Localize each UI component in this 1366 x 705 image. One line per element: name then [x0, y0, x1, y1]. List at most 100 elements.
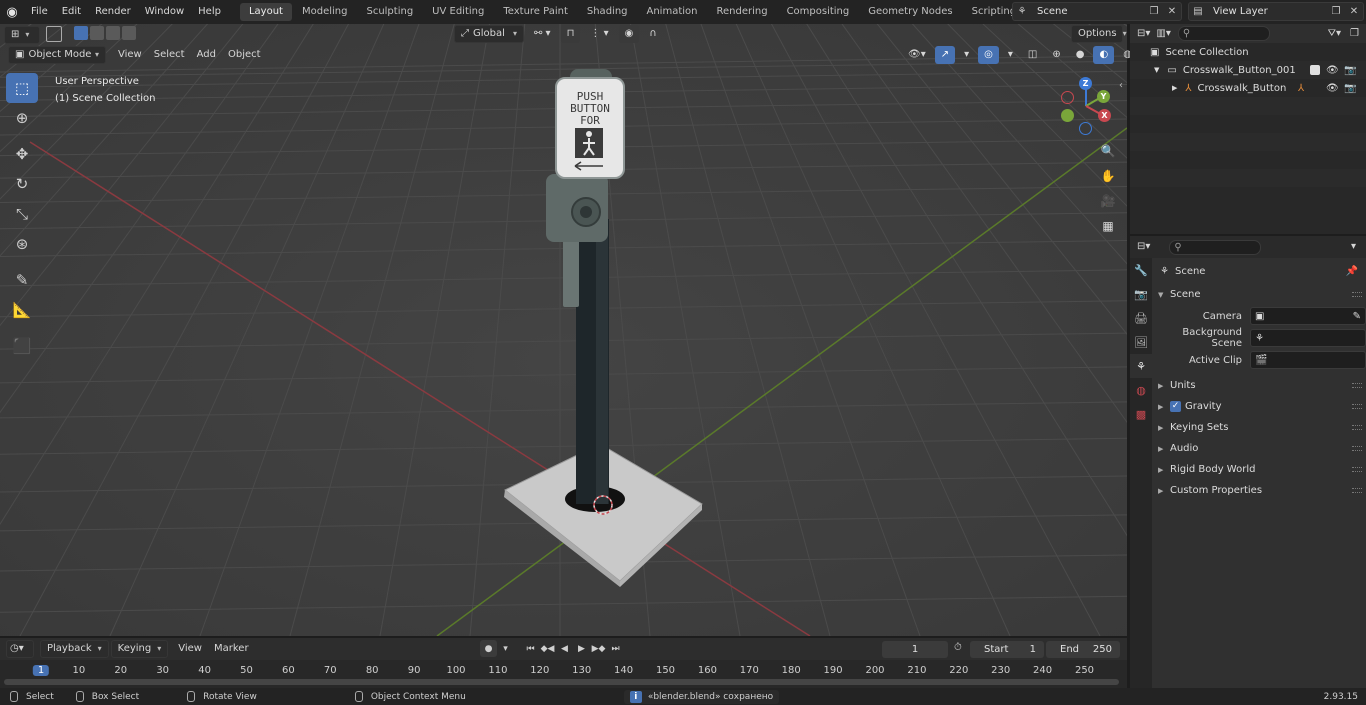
scale-tool[interactable]: ⤡: [6, 199, 38, 229]
drag-grip-icon[interactable]: [1352, 425, 1362, 430]
sidebar-toggle-icon[interactable]: ‹: [1119, 80, 1123, 91]
selection-mode-buttons[interactable]: [40, 26, 142, 44]
camera-view-icon[interactable]: 🎥: [1097, 190, 1119, 212]
visibility-eye-icon[interactable]: 👁: [1326, 83, 1339, 94]
add-menu[interactable]: Add: [191, 46, 222, 64]
delete-scene-icon[interactable]: ✕: [1163, 3, 1181, 20]
start-frame-field[interactable]: Start 1: [970, 641, 1044, 658]
playback-dropdown[interactable]: Playback ▾: [40, 640, 109, 658]
workspace-tab-uv-editing[interactable]: UV Editing: [423, 3, 493, 21]
solid-shading-icon[interactable]: ●: [1070, 46, 1091, 64]
workspace-tab-compositing[interactable]: Compositing: [778, 3, 859, 21]
texture-tab-icon[interactable]: ▩: [1130, 402, 1152, 426]
new-collection-icon[interactable]: ❐: [1347, 25, 1362, 43]
timeline-view-menu[interactable]: View: [172, 640, 208, 658]
units-panel-header[interactable]: ▶ Units: [1152, 375, 1366, 396]
select-mode-icon[interactable]: [46, 26, 62, 42]
xray-toggle-icon[interactable]: ◫: [1022, 46, 1043, 64]
outliner-search-input[interactable]: ⚲: [1177, 26, 1270, 41]
select-extend-icon[interactable]: [90, 26, 104, 40]
pin-icon[interactable]: 📌: [1346, 266, 1358, 277]
expand-arrow-icon[interactable]: ▼: [1154, 66, 1159, 74]
timeline-editor-type-icon[interactable]: ◷▾: [6, 640, 34, 658]
scene-panel-header[interactable]: ▼ Scene: [1152, 284, 1366, 305]
properties-options-icon[interactable]: ▾: [1345, 238, 1362, 256]
play-icon[interactable]: ▶: [573, 640, 590, 657]
overlay-dropdown-icon[interactable]: ▾: [1002, 46, 1019, 64]
wireframe-shading-icon[interactable]: ⊕: [1046, 46, 1066, 64]
workspace-tab-modeling[interactable]: Modeling: [293, 3, 357, 21]
auto-keying-icon[interactable]: ●: [480, 640, 497, 657]
add-cube-tool[interactable]: ⬛: [6, 331, 38, 361]
zoom-view-icon[interactable]: 🔍: [1097, 140, 1119, 162]
drag-grip-icon[interactable]: [1352, 383, 1362, 388]
workspace-tab-rendering[interactable]: Rendering: [707, 3, 776, 21]
object-menu[interactable]: Object: [222, 46, 267, 64]
mode-dropdown[interactable]: ▣ Object Mode ▾: [8, 46, 106, 64]
select-menu[interactable]: Select: [148, 46, 191, 64]
timeline-ruler[interactable]: 1 10 20 30 40 50 60 70 80 90 100 110 120 130 140 150 160…: [0, 660, 1127, 680]
outliner-row-object[interactable]: ▶ ⅄ Crosswalk_Button ⅄ 👁 📷: [1130, 79, 1366, 97]
workspace-tab-shading[interactable]: Shading: [578, 3, 637, 21]
object-data-icon[interactable]: ⅄: [1298, 83, 1304, 94]
rigid-body-world-panel-header[interactable]: ▶ Rigid Body World: [1152, 459, 1366, 480]
delete-view-layer-icon[interactable]: ✕: [1345, 3, 1363, 20]
move-tool[interactable]: ✥: [6, 139, 38, 169]
cursor-tool[interactable]: ⊕: [6, 103, 38, 133]
material-shading-icon[interactable]: ◐: [1093, 46, 1115, 64]
gravity-checkbox[interactable]: ✓: [1170, 401, 1181, 412]
select-subtract-icon[interactable]: [106, 26, 120, 40]
workspace-tab-geometry-nodes[interactable]: Geometry Nodes: [859, 3, 961, 21]
visibility-eye-icon[interactable]: 👁: [1326, 65, 1339, 76]
drag-grip-icon[interactable]: [1352, 446, 1362, 451]
view-layer-name[interactable]: View Layer: [1207, 6, 1327, 17]
playhead-frame-indicator[interactable]: 1: [32, 665, 50, 676]
pivot-point-dropdown[interactable]: ⚯ ▾: [528, 25, 557, 43]
scene-selector[interactable]: ⚘ Scene ❐ ✕: [1012, 2, 1182, 21]
editor-type-dropdown[interactable]: ⊞ ▾: [4, 26, 40, 44]
ortho-toggle-icon[interactable]: ▦: [1097, 215, 1119, 237]
keying-dropdown[interactable]: Keying ▾: [110, 640, 169, 658]
gizmo-neg-z-icon[interactable]: [1079, 122, 1092, 135]
new-view-layer-icon[interactable]: ❐: [1327, 3, 1345, 20]
display-mode-icon[interactable]: ▥▾: [1153, 25, 1173, 43]
workspace-tab-sculpting[interactable]: Sculpting: [357, 3, 422, 21]
gizmo-neg-y-icon[interactable]: [1061, 109, 1074, 122]
camera-field[interactable]: ▣ ✎: [1250, 307, 1366, 325]
menu-edit[interactable]: Edit: [55, 0, 88, 24]
measure-tool[interactable]: 📐: [6, 295, 38, 325]
workspace-tab-layout[interactable]: Layout: [239, 3, 292, 21]
filter-icon[interactable]: ⛛▾: [1322, 25, 1347, 43]
gizmo-toggle-icon[interactable]: ↗: [934, 46, 956, 64]
custom-properties-panel-header[interactable]: ▶ Custom Properties: [1152, 480, 1366, 501]
expand-arrow-icon[interactable]: ▶: [1172, 84, 1177, 92]
blender-logo-icon[interactable]: ◉: [0, 0, 24, 24]
jump-start-icon[interactable]: ⏮: [522, 640, 539, 657]
workspace-tab-texture-paint[interactable]: Texture Paint: [494, 3, 577, 21]
view-layer-selector[interactable]: ▤ View Layer ❐ ✕: [1188, 2, 1364, 21]
3d-viewport[interactable]: PUSH BUTTON FOR User Perspective (1) Sce…: [0, 24, 1127, 636]
scene-tab-icon[interactable]: ⚘: [1130, 354, 1152, 378]
background-scene-field[interactable]: ⚘: [1250, 329, 1366, 347]
render-tab-icon[interactable]: 📷: [1130, 282, 1152, 306]
render-camera-icon[interactable]: 📷: [1344, 65, 1356, 76]
jump-end-icon[interactable]: ⏭: [607, 640, 624, 657]
timeline-scrollbar[interactable]: [4, 679, 1119, 685]
play-reverse-icon[interactable]: ◀: [556, 640, 573, 657]
exclude-checkbox[interactable]: [1310, 65, 1320, 75]
outliner-editor-type-icon[interactable]: ⊟▾: [1134, 25, 1153, 43]
use-preview-range-icon[interactable]: ⏱: [954, 642, 962, 653]
gravity-panel-header[interactable]: ▶ ✓ Gravity: [1152, 396, 1366, 417]
snap-target-dropdown[interactable]: ⋮ ▾: [584, 25, 614, 43]
proportional-edit-icon[interactable]: ◉: [618, 25, 640, 43]
menu-file[interactable]: File: [24, 0, 55, 24]
render-camera-icon[interactable]: 📷: [1344, 83, 1356, 94]
properties-editor-type-icon[interactable]: ⊟▾: [1134, 238, 1153, 256]
annotate-tool[interactable]: ✎: [6, 265, 38, 295]
keying-set-dropdown-icon[interactable]: ▾: [497, 640, 514, 657]
drag-grip-icon[interactable]: [1352, 488, 1362, 493]
next-keyframe-icon[interactable]: ▶◆: [590, 640, 607, 657]
view-layer-tab-icon[interactable]: 🖼: [1130, 330, 1152, 354]
overlay-toggle-icon[interactable]: ◎: [978, 46, 999, 64]
pan-view-icon[interactable]: ✋: [1097, 165, 1119, 187]
